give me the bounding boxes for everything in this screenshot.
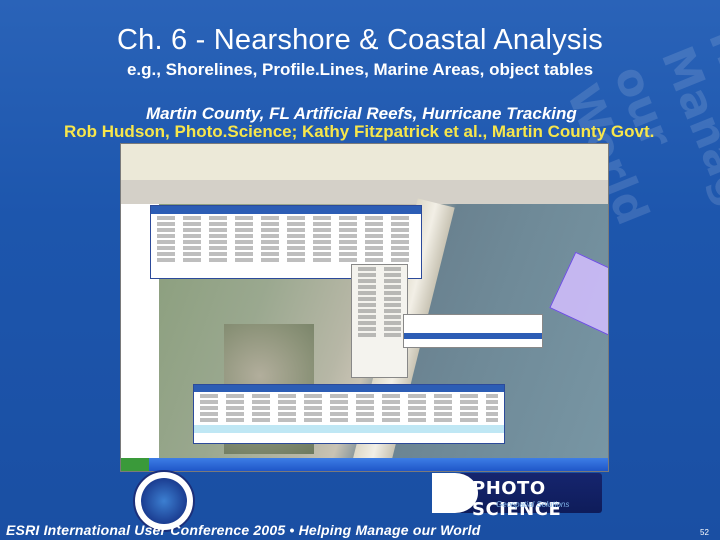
page-number: 52: [700, 528, 709, 537]
photo-science-name: PHOTO SCIENCE: [472, 478, 562, 520]
start-button: [121, 458, 149, 471]
object-table-titlebar: [194, 385, 504, 392]
artificial-reef-polygon: [549, 251, 608, 339]
submenu-selected-row: [404, 333, 542, 339]
related-tables-submenu: [403, 314, 543, 348]
photo-science-tagline: Geospatial Solutions: [496, 500, 570, 509]
conference-footer: ESRI International User Conference 2005 …: [6, 522, 481, 538]
photo-science-logo: PHOTO SCIENCE Geospatial Solutions: [432, 473, 602, 520]
context-menu: [351, 264, 408, 378]
attribute-table-titlebar: [151, 206, 421, 214]
menu-bar: [121, 144, 608, 169]
windows-taskbar: [121, 458, 608, 471]
slide-title: Ch. 6 - Nearshore & Coastal Analysis: [117, 24, 603, 56]
project-line: Martin County, FL Artificial Reefs, Hurr…: [146, 104, 577, 123]
object-table-highlighted-row: [194, 425, 504, 433]
object-table-window: [193, 384, 505, 444]
credits-line: Rob Hudson, Photo.Science; Kathy Fitzpat…: [64, 122, 655, 141]
slide-subtitle: e.g., Shorelines, Profile.Lines, Marine …: [126, 60, 594, 79]
toolbar: [121, 168, 608, 180]
arcmap-screenshot: [120, 143, 609, 472]
